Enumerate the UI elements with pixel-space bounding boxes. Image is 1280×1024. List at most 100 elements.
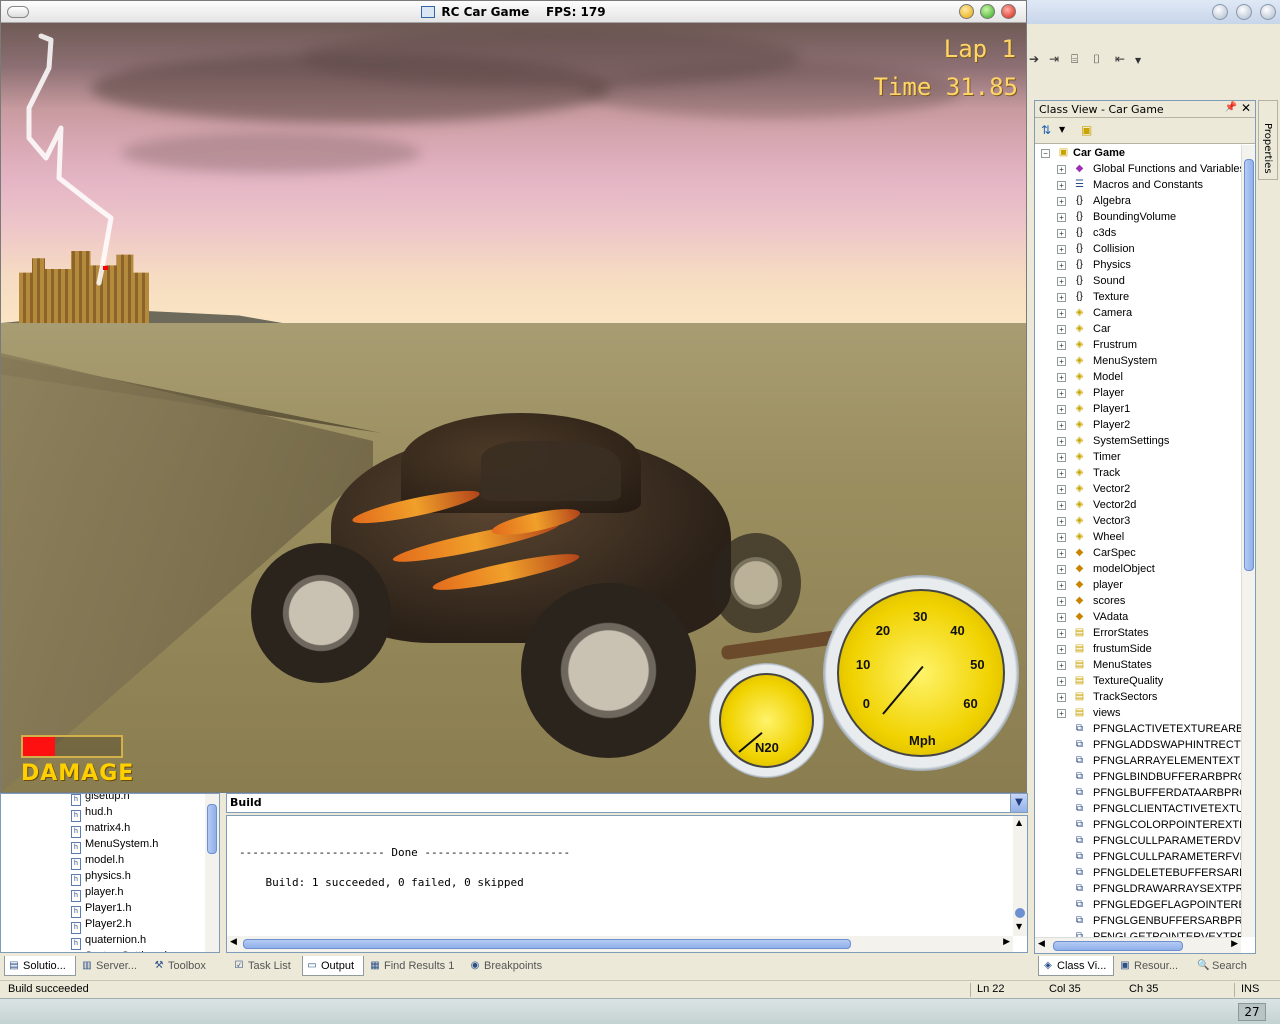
expand-icon[interactable]: +: [1057, 661, 1066, 670]
expand-icon[interactable]: +: [1057, 565, 1066, 574]
scroll-thumb[interactable]: [1053, 941, 1183, 951]
scroll-left-icon[interactable]: ◀: [1038, 939, 1045, 949]
close-button[interactable]: [1001, 4, 1016, 19]
maximize-icon[interactable]: [1236, 4, 1252, 20]
scroll-thumb[interactable]: [207, 804, 217, 854]
expand-icon[interactable]: +: [1057, 693, 1066, 702]
maximize-button[interactable]: [980, 4, 995, 19]
arrow-right-icon[interactable]: ➔: [1029, 52, 1039, 66]
class-view-hscrollbar[interactable]: ◀ ▶: [1035, 937, 1241, 953]
tab-toolbox[interactable]: ⚒ Toolbox: [150, 956, 220, 976]
expand-icon[interactable]: +: [1057, 181, 1066, 190]
expand-icon[interactable]: +: [1057, 277, 1066, 286]
tree-item[interactable]: + ◆ VAdata: [1035, 609, 1241, 625]
tree-item[interactable]: ⧉ PFNGLBINDBUFFERARBPROC: [1035, 769, 1241, 785]
tree-item[interactable]: ⧉ PFNGLCOLORPOINTEREXTPROC: [1035, 817, 1241, 833]
new-folder-icon[interactable]: ▣: [1081, 123, 1092, 137]
tab-resource[interactable]: ▣ Resour...: [1116, 956, 1192, 976]
tree-item[interactable]: + ◈ Car: [1035, 321, 1241, 337]
tree-item[interactable]: + ◈ Wheel: [1035, 529, 1241, 545]
expand-icon[interactable]: +: [1057, 165, 1066, 174]
tree-item[interactable]: + ▤ views: [1035, 705, 1241, 721]
file-item[interactable]: h quaternion.h: [71, 932, 146, 950]
expand-icon[interactable]: +: [1057, 325, 1066, 334]
tree-item[interactable]: + {} Texture: [1035, 289, 1241, 305]
scroll-thumb[interactable]: [1015, 908, 1025, 918]
comment-icon[interactable]: ⌸: [1071, 52, 1078, 67]
expand-icon[interactable]: +: [1057, 581, 1066, 590]
tree-item[interactable]: ⧉ PFNGLDELETEBUFFERSARBPRO: [1035, 865, 1241, 881]
file-item[interactable]: h physics.h: [71, 868, 131, 886]
file-item[interactable]: h Player1.h: [71, 900, 131, 918]
expand-icon[interactable]: +: [1057, 293, 1066, 302]
tab-classview[interactable]: ◈ Class Vi...: [1038, 956, 1114, 976]
expand-icon[interactable]: +: [1057, 517, 1066, 526]
file-item[interactable]: h MenuSystem.h: [71, 836, 158, 854]
expand-icon[interactable]: +: [1057, 677, 1066, 686]
expand-icon[interactable]: +: [1057, 309, 1066, 318]
tree-item[interactable]: + ◈ Vector3: [1035, 513, 1241, 529]
tree-item[interactable]: + ◈ Track: [1035, 465, 1241, 481]
tab-server[interactable]: ▥ Server...: [78, 956, 148, 976]
expand-icon[interactable]: +: [1057, 357, 1066, 366]
file-item[interactable]: h matrix4.h: [71, 820, 130, 838]
expand-icon[interactable]: +: [1057, 405, 1066, 414]
close-panel-icon[interactable]: ✕: [1241, 101, 1251, 115]
tree-item[interactable]: ⧉ PFNGLBUFFERDATAARBPROC: [1035, 785, 1241, 801]
tree-item[interactable]: + ◈ Timer: [1035, 449, 1241, 465]
game-viewport[interactable]: Lap 1 Time 31.85 DAMAGE N20 0 10 20 30 40 50 6…: [1, 23, 1026, 792]
expand-icon[interactable]: +: [1057, 549, 1066, 558]
tab-find[interactable]: ▦ Find Results 1: [366, 956, 464, 976]
tree-item[interactable]: + ◈ Frustrum: [1035, 337, 1241, 353]
tree-item[interactable]: + ▤ frustumSide: [1035, 641, 1241, 657]
toolbar-dropdown-icon[interactable]: ▼: [1135, 56, 1141, 65]
file-item[interactable]: h model.h: [71, 852, 124, 870]
output-text[interactable]: ---------------------- Done ------------…: [226, 815, 1028, 953]
tab-output[interactable]: ▭ Output: [302, 956, 364, 976]
scroll-up-icon[interactable]: ▲: [1016, 818, 1022, 827]
expand-icon[interactable]: +: [1057, 485, 1066, 494]
indent-icon[interactable]: ⇥: [1049, 52, 1059, 66]
tree-item[interactable]: + ◈ SystemSettings: [1035, 433, 1241, 449]
tree-item[interactable]: + {} Physics: [1035, 257, 1241, 273]
output-source-select[interactable]: Build ▼: [226, 793, 1028, 813]
tree-item[interactable]: ⧉ PFNGLCLIENTACTIVETEXTURE: [1035, 801, 1241, 817]
expand-icon[interactable]: +: [1057, 245, 1066, 254]
tree-item[interactable]: ⧉PFNGLGETPOINTERVEXTPROC: [1035, 929, 1241, 937]
tab-solution[interactable]: ▤ Solutio...: [4, 956, 76, 976]
tree-item[interactable]: + {} BoundingVolume: [1035, 209, 1241, 225]
tree-item[interactable]: + ◆ player: [1035, 577, 1241, 593]
tree-item[interactable]: + ◆ CarSpec: [1035, 545, 1241, 561]
uncomment-icon[interactable]: ⌷: [1093, 52, 1100, 67]
tab-tasklist[interactable]: ☑ Task List: [230, 956, 300, 976]
scroll-left-icon[interactable]: ◀: [230, 937, 237, 947]
close-icon[interactable]: [1260, 4, 1276, 20]
file-item[interactable]: h hud.h: [71, 804, 113, 822]
tree-item[interactable]: ⧉ PFNGLCULLPARAMETERFVEXT: [1035, 849, 1241, 865]
tree-item[interactable]: + ◈ Camera: [1035, 305, 1241, 321]
tree-item[interactable]: + ◈ Vector2: [1035, 481, 1241, 497]
expand-icon[interactable]: +: [1057, 645, 1066, 654]
tree-item[interactable]: + ◆ modelObject: [1035, 561, 1241, 577]
sort-dropdown-icon[interactable]: ▼: [1059, 125, 1065, 134]
tree-item[interactable]: + ◈ Vector2d: [1035, 497, 1241, 513]
tree-item[interactable]: ⧉ PFNGLARRAYELEMENTEXTPROC: [1035, 753, 1241, 769]
scroll-thumb[interactable]: [243, 939, 851, 949]
expand-icon[interactable]: +: [1057, 437, 1066, 446]
tree-item[interactable]: + ☰ Macros and Constants: [1035, 177, 1241, 193]
game-titlebar[interactable]: RC Car Game FPS: 179: [1, 1, 1026, 23]
tree-item[interactable]: + {} c3ds: [1035, 225, 1241, 241]
expand-icon[interactable]: +: [1057, 341, 1066, 350]
tree-item[interactable]: ⧉ PFNGLACTIVETEXTUREARBPROC: [1035, 721, 1241, 737]
tree-item[interactable]: + {} Sound: [1035, 273, 1241, 289]
tree-item[interactable]: ⧉ PFNGLDRAWARRAYSEXTPROC: [1035, 881, 1241, 897]
outdent-icon[interactable]: ⇤: [1115, 52, 1125, 66]
tab-breakpoint[interactable]: ◉ Breakpoints: [466, 956, 552, 976]
tree-item[interactable]: + ▤ MenuStates: [1035, 657, 1241, 673]
scroll-right-icon[interactable]: ▶: [1231, 939, 1238, 949]
tree-item[interactable]: + ◈ Player: [1035, 385, 1241, 401]
tree-item[interactable]: + ◈ Player1: [1035, 401, 1241, 417]
tree-item[interactable]: + ▤ TrackSectors: [1035, 689, 1241, 705]
output-hscrollbar[interactable]: ◀ ▶: [227, 936, 1013, 952]
minimize-icon[interactable]: [1212, 4, 1228, 20]
